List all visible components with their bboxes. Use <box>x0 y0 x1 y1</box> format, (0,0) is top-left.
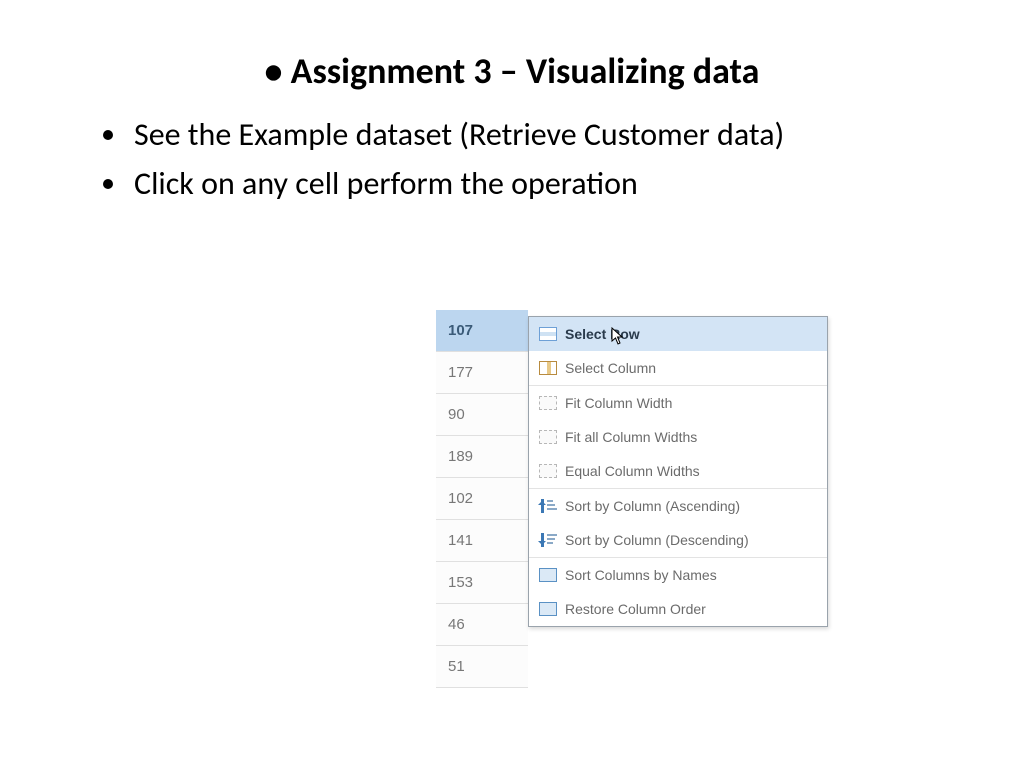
title-area: Assignment 3 – Visualizing data <box>0 48 1024 95</box>
table-cell[interactable]: 153 <box>436 562 528 604</box>
fit-width-icon <box>539 396 557 410</box>
menu-item-label: Fit Column Width <box>565 395 672 411</box>
menu-item-fit-column-width[interactable]: Fit Column Width <box>529 386 827 420</box>
menu-item-fit-all-column-widths[interactable]: Fit all Column Widths <box>529 420 827 454</box>
table-cell[interactable]: 189 <box>436 436 528 478</box>
menu-item-restore-column-order[interactable]: Restore Column Order <box>529 592 827 626</box>
bullet-list: See the Example dataset (Retrieve Custom… <box>0 113 1024 205</box>
menu-item-label: Restore Column Order <box>565 601 706 617</box>
table-cell[interactable]: 141 <box>436 520 528 562</box>
table-cell[interactable]: 46 <box>436 604 528 646</box>
menu-item-label: Sort by Column (Ascending) <box>565 498 740 514</box>
context-menu: Select Row Select Column Fit Column Widt… <box>528 316 828 627</box>
sort-asc-icon <box>539 499 557 513</box>
table-cell[interactable]: 51 <box>436 646 528 688</box>
restore-order-icon <box>539 602 557 616</box>
menu-item-sort-desc[interactable]: Sort by Column (Descending) <box>529 523 827 557</box>
menu-item-label: Fit all Column Widths <box>565 429 697 445</box>
sort-desc-icon <box>539 533 557 547</box>
table-cell[interactable]: 107 <box>436 310 528 352</box>
slide: Assignment 3 – Visualizing data See the … <box>0 0 1024 768</box>
menu-item-label: Select Row <box>565 326 640 342</box>
bullet-item: Click on any cell perform the operation <box>130 162 934 205</box>
menu-item-sort-columns-by-names[interactable]: Sort Columns by Names <box>529 558 827 592</box>
menu-item-equal-column-widths[interactable]: Equal Column Widths <box>529 454 827 488</box>
select-row-icon <box>539 327 557 341</box>
menu-item-label: Equal Column Widths <box>565 463 700 479</box>
menu-item-sort-asc[interactable]: Sort by Column (Ascending) <box>529 489 827 523</box>
bullet-item: See the Example dataset (Retrieve Custom… <box>130 113 934 156</box>
menu-item-label: Sort by Column (Descending) <box>565 532 749 548</box>
select-column-icon <box>539 361 557 375</box>
table-cell[interactable]: 102 <box>436 478 528 520</box>
table-cell[interactable]: 90 <box>436 394 528 436</box>
menu-item-label: Select Column <box>565 360 656 376</box>
menu-item-select-row[interactable]: Select Row <box>529 317 827 351</box>
slide-title: Assignment 3 – Visualizing data <box>90 48 934 95</box>
data-column: 107 177 90 189 102 141 153 46 51 <box>436 310 528 688</box>
fit-width-icon <box>539 464 557 478</box>
menu-item-label: Sort Columns by Names <box>565 567 717 583</box>
sort-names-icon <box>539 568 557 582</box>
fit-width-icon <box>539 430 557 444</box>
table-cell[interactable]: 177 <box>436 352 528 394</box>
menu-item-select-column[interactable]: Select Column <box>529 351 827 385</box>
